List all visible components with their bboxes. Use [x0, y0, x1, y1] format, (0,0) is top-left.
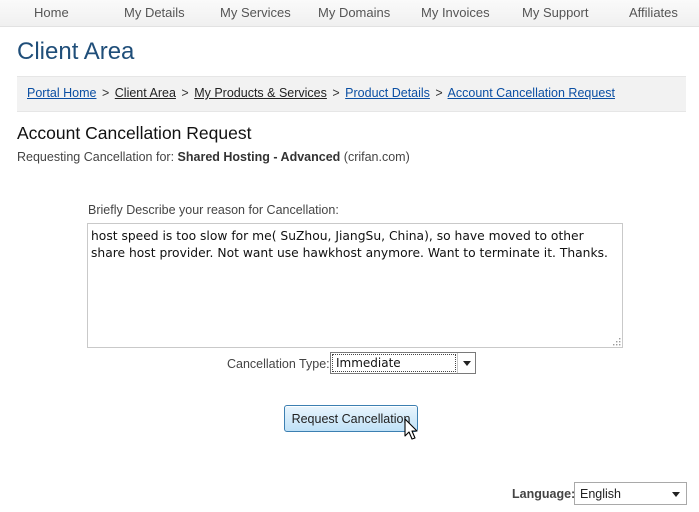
language-select[interactable]: English: [574, 482, 687, 505]
breadcrumb-separator: >: [332, 86, 340, 100]
nav-my-services[interactable]: My Services: [220, 5, 291, 20]
nav-my-invoices[interactable]: My Invoices: [421, 5, 490, 20]
nav-my-details[interactable]: My Details: [124, 5, 185, 20]
cancellation-type-select[interactable]: Immediate: [330, 352, 476, 374]
breadcrumb-current[interactable]: Account Cancellation Request: [448, 86, 615, 100]
reason-label: Briefly Describe your reason for Cancell…: [88, 203, 339, 217]
section-title: Account Cancellation Request: [17, 123, 252, 143]
reason-textarea[interactable]: host speed is too slow for me( SuZhou, J…: [87, 223, 623, 348]
request-cancellation-button[interactable]: Request Cancellation: [284, 405, 418, 432]
mouse-pointer-icon: [404, 418, 418, 440]
requesting-info: Requesting Cancellation for: Shared Host…: [17, 150, 410, 164]
breadcrumb-client-area[interactable]: Client Area: [115, 86, 176, 100]
language-label: Language:: [512, 487, 576, 501]
cancellation-type-value: Immediate: [332, 354, 456, 372]
top-nav: Home My Details My Services My Domains M…: [0, 0, 699, 27]
nav-my-domains[interactable]: My Domains: [318, 5, 390, 20]
cancellation-type-label: Cancellation Type:: [227, 357, 330, 371]
nav-affiliates[interactable]: Affiliates: [629, 5, 678, 20]
dropdown-arrow-icon[interactable]: [668, 485, 684, 502]
nav-home[interactable]: Home: [34, 5, 69, 20]
breadcrumb-products-services[interactable]: My Products & Services: [194, 86, 327, 100]
language-value: English: [580, 487, 621, 501]
breadcrumb-separator: >: [101, 86, 110, 100]
breadcrumb-separator: >: [435, 86, 443, 100]
breadcrumb-portal-home[interactable]: Portal Home: [27, 86, 96, 100]
resize-grip-icon[interactable]: [611, 337, 621, 346]
page-title: Client Area: [17, 38, 135, 65]
dropdown-arrow-icon[interactable]: [457, 353, 475, 373]
requesting-product: Shared Hosting - Advanced: [177, 150, 341, 164]
requesting-prefix: Requesting Cancellation for:: [17, 150, 175, 164]
requesting-domain: (crifan.com): [343, 150, 410, 164]
breadcrumb-separator: >: [181, 86, 189, 100]
breadcrumb-product-details[interactable]: Product Details: [345, 86, 430, 100]
breadcrumb: Portal Home > Client Area > My Products …: [17, 76, 686, 112]
nav-my-support[interactable]: My Support: [522, 5, 588, 20]
